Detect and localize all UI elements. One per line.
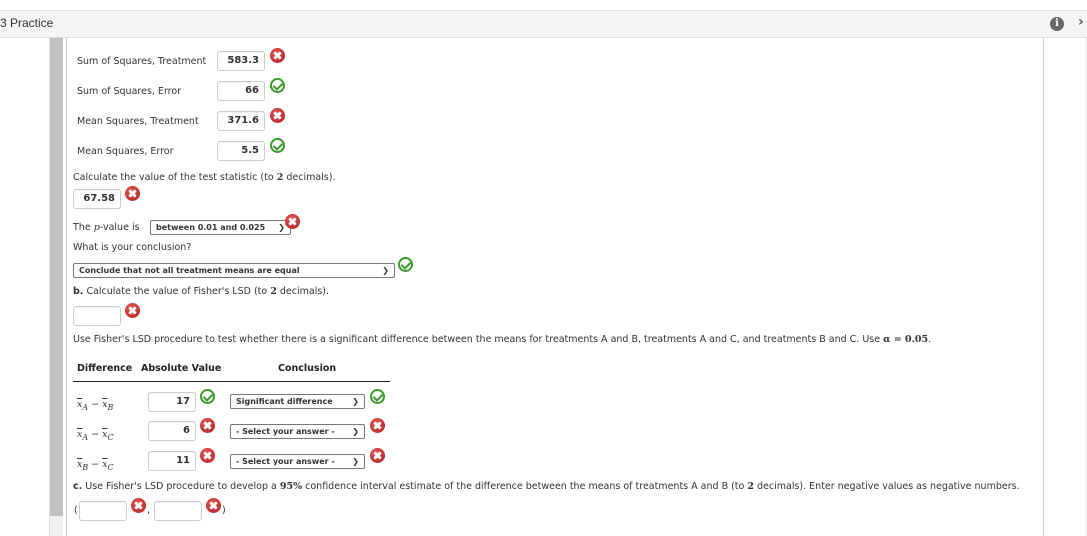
part-b-prompt: b. Calculate the value of Fisher's LSD (… <box>73 286 330 297</box>
anova-label-mse: Mean Squares, Error <box>77 146 174 157</box>
correct-icon <box>200 389 215 404</box>
conclusion-a-c-select[interactable]: - Select your answer - ❯ <box>230 424 365 439</box>
anova-label-mstr: Mean Squares, Treatment <box>77 116 199 127</box>
scrollbar-thumb[interactable] <box>50 38 63 516</box>
abs-value-a-c-input[interactable]: 6 <box>148 421 196 441</box>
incorrect-icon <box>285 214 300 229</box>
correct-icon <box>398 257 413 272</box>
anova-label-sse: Sum of Squares, Error <box>77 86 182 97</box>
chevron-down-icon: ❯ <box>352 397 359 406</box>
part-c-prompt: c. Use Fisher's LSD procedure to develop… <box>73 481 1020 492</box>
col-header-conclusion: Conclusion <box>278 363 337 374</box>
header-bar: 3 Practice i › <box>0 10 1087 38</box>
chevron-right-icon[interactable]: › <box>1078 14 1084 30</box>
incorrect-icon <box>200 448 215 463</box>
right-column <box>1045 38 1087 536</box>
incorrect-icon <box>125 303 140 318</box>
abs-value-a-b-input[interactable]: 17 <box>148 392 196 412</box>
question-content: Sum of Squares, Treatment 583.3 Sum of S… <box>66 38 1044 536</box>
incorrect-icon <box>206 498 221 513</box>
mse-input[interactable]: 5.5 <box>217 141 265 161</box>
table-header-rule <box>73 381 390 382</box>
ci-lower-input[interactable] <box>79 501 127 521</box>
left-column <box>0 38 50 536</box>
incorrect-icon <box>200 418 215 433</box>
conclusion-a-b-select[interactable]: Significant difference ❯ <box>230 394 365 409</box>
info-icon[interactable]: i <box>1050 17 1064 31</box>
close-paren: ) <box>222 505 226 516</box>
test-stat-prompt: Calculate the value of the test statisti… <box>73 172 336 183</box>
diff-label-b-c: xB − xC <box>77 459 114 472</box>
incorrect-icon <box>131 498 146 513</box>
sse-input[interactable]: 66 <box>217 81 265 101</box>
top-strip <box>0 0 1087 10</box>
chevron-down-icon: ❯ <box>352 457 359 466</box>
mstr-input[interactable]: 371.6 <box>217 111 265 131</box>
chevron-down-icon: ❯ <box>352 427 359 436</box>
col-header-absolute-value: Absolute Value <box>141 363 222 374</box>
diff-label-a-b: xA − xB <box>77 399 114 412</box>
ci-upper-input[interactable] <box>154 501 202 521</box>
diff-label-a-c: xA − xC <box>77 429 114 442</box>
lsd-instruction: Use Fisher's LSD procedure to test wheth… <box>73 334 932 345</box>
incorrect-icon <box>270 48 285 63</box>
incorrect-icon <box>125 186 140 201</box>
conclusion-question: What is your conclusion? <box>73 242 192 253</box>
correct-icon <box>270 138 285 153</box>
incorrect-icon <box>270 108 285 123</box>
test-stat-input[interactable]: 67.58 <box>73 189 121 209</box>
conclusion-b-c-select[interactable]: - Select your answer - ❯ <box>230 454 365 469</box>
comma: , <box>147 505 151 516</box>
anova-label-sst: Sum of Squares, Treatment <box>77 56 207 67</box>
col-header-difference: Difference <box>77 363 133 374</box>
sst-input[interactable]: 583.3 <box>217 51 265 71</box>
conclusion-select[interactable]: Conclude that not all treatment means ar… <box>73 263 395 278</box>
page-title: 3 Practice <box>0 16 54 30</box>
pvalue-select[interactable]: between 0.01 and 0.025 ❯ <box>150 220 291 235</box>
chevron-down-icon: ❯ <box>382 266 389 275</box>
lsd-input[interactable] <box>73 306 121 326</box>
pvalue-label: The p-value is <box>73 222 140 233</box>
open-paren: ( <box>74 505 78 516</box>
abs-value-b-c-input[interactable]: 11 <box>148 451 196 471</box>
chevron-down-icon: ❯ <box>278 223 285 232</box>
incorrect-icon <box>370 418 385 433</box>
correct-icon <box>370 389 385 404</box>
incorrect-icon <box>370 448 385 463</box>
correct-icon <box>270 78 285 93</box>
